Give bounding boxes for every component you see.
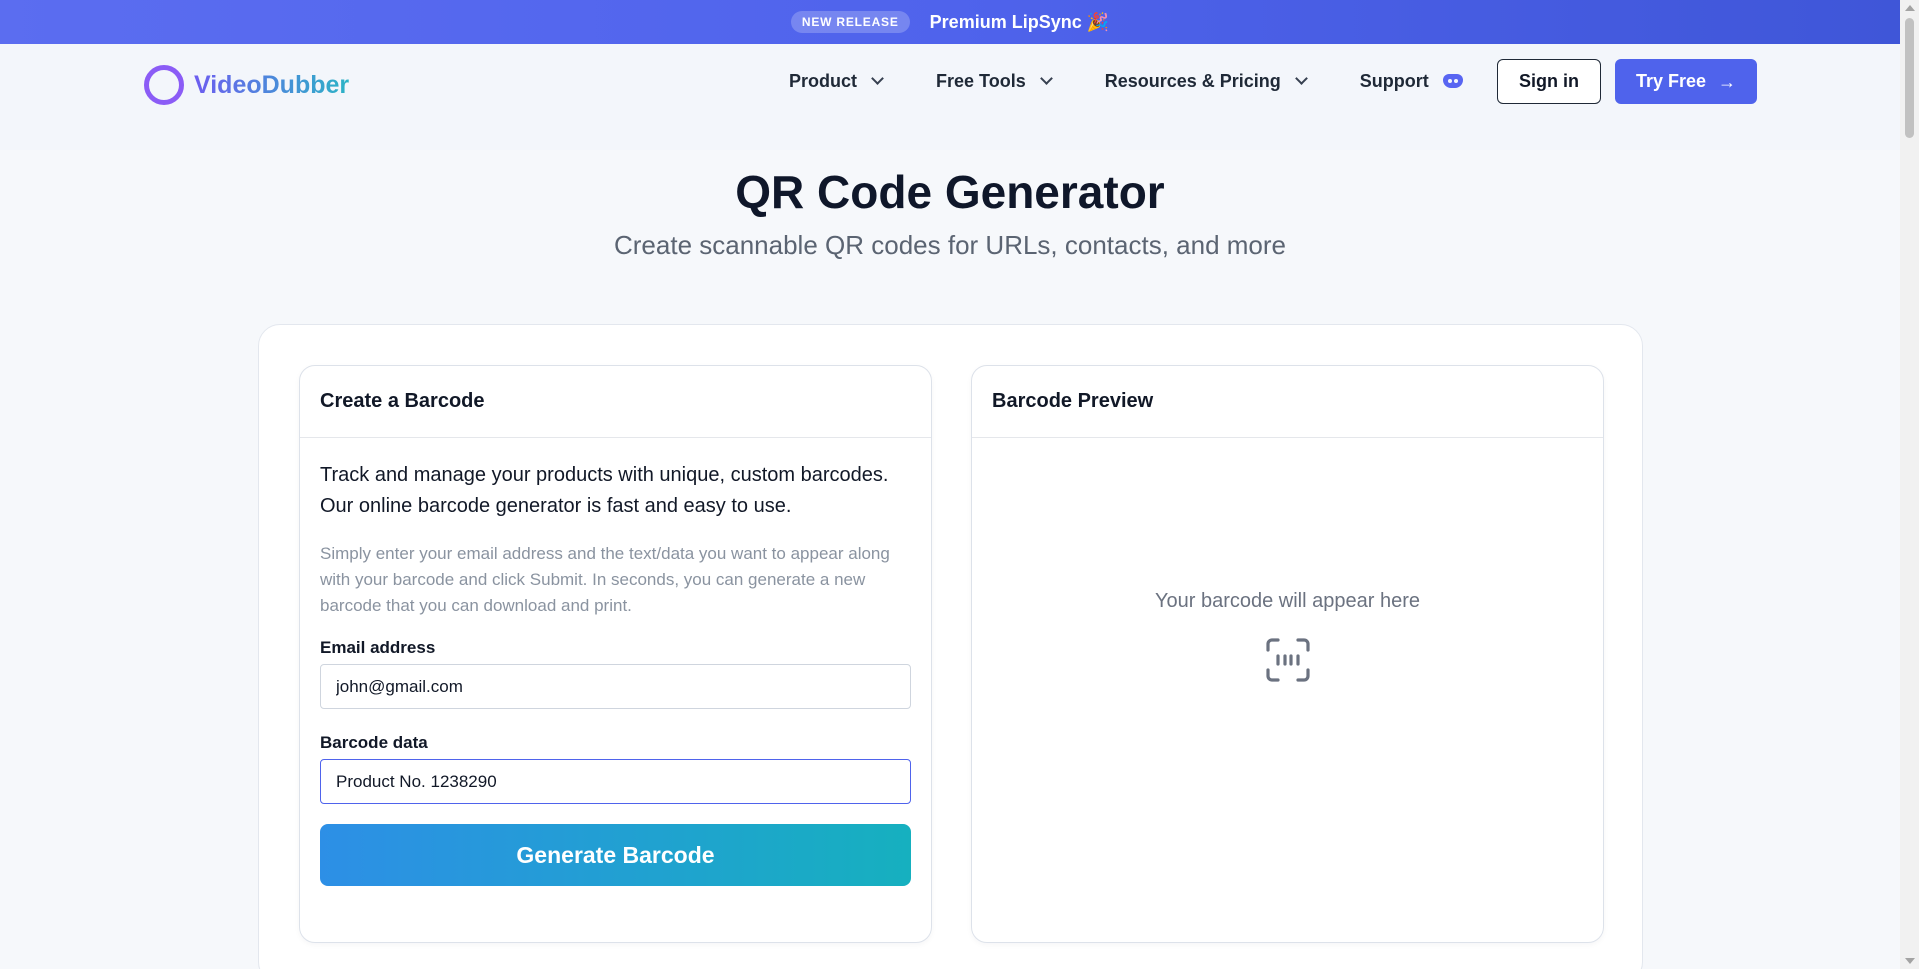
nav-item-free-tools[interactable]: Free Tools: [936, 70, 1053, 92]
arrow-right-icon: →: [1718, 71, 1737, 92]
try-free-label: Try Free: [1635, 71, 1707, 91]
nav-item-resources-pricing[interactable]: Resources & Pricing: [1104, 70, 1308, 92]
scroll-down-icon[interactable]: [1905, 958, 1915, 964]
nav-item-label: Resources & Pricing: [1104, 70, 1281, 91]
chevron-down-icon: [1039, 72, 1053, 85]
email-field[interactable]: [320, 664, 911, 709]
barcode-placeholder-text: Your barcode will appear here: [1155, 590, 1420, 612]
barcode-preview-panel: Barcode Preview Your barcode will appear…: [971, 365, 1604, 943]
main-nav: Product Free Tools Resources & Pricing S…: [789, 58, 1493, 104]
logo-ring-icon: [144, 65, 184, 105]
page-title: QR Code Generator: [735, 166, 1165, 218]
logo-text: VideoDubber: [194, 70, 350, 99]
page-scrollbar[interactable]: [1900, 0, 1919, 969]
scan-barcode-icon: [1265, 638, 1310, 682]
site-header: VideoDubber Product Free Tools Resources…: [0, 44, 1900, 150]
promo-banner[interactable]: NEW RELEASE Premium LipSync 🎉: [0, 0, 1900, 44]
scroll-up-icon[interactable]: [1905, 5, 1915, 11]
create-barcode-title: Create a Barcode: [300, 366, 931, 438]
chevron-down-icon: [1294, 72, 1308, 85]
nav-item-label: Product: [789, 70, 858, 91]
promo-text[interactable]: Premium LipSync 🎉: [930, 12, 1109, 33]
generate-barcode-button[interactable]: Generate Barcode: [320, 824, 911, 886]
sign-in-button[interactable]: Sign in: [1497, 59, 1601, 104]
create-barcode-panel: Create a Barcode Track and manage your p…: [299, 365, 932, 943]
try-free-button[interactable]: Try Free →: [1615, 59, 1757, 104]
create-barcode-instructions: Simply enter your email address and the …: [320, 544, 890, 615]
barcode-preview-area: Your barcode will appear here: [972, 438, 1603, 942]
create-barcode-description: Track and manage your products with uniq…: [320, 464, 889, 517]
barcode-data-label: Barcode data: [320, 733, 428, 752]
nav-item-support[interactable]: Support: [1360, 71, 1463, 92]
chevron-down-icon: [871, 72, 884, 85]
discord-icon: [1442, 74, 1463, 88]
email-label: Email address: [320, 638, 436, 657]
nav-item-product[interactable]: Product: [789, 70, 884, 92]
logo[interactable]: VideoDubber: [144, 62, 349, 108]
page-subtitle: Create scannable QR codes for URLs, cont…: [614, 230, 1286, 260]
nav-item-label: Support: [1359, 70, 1429, 91]
scroll-thumb[interactable]: [1905, 18, 1914, 138]
barcode-preview-title: Barcode Preview: [972, 366, 1603, 438]
generator-card: Create a Barcode Track and manage your p…: [258, 324, 1643, 969]
new-release-badge: NEW RELEASE: [790, 11, 910, 33]
nav-item-label: Free Tools: [936, 70, 1026, 91]
barcode-data-field[interactable]: [320, 759, 911, 804]
